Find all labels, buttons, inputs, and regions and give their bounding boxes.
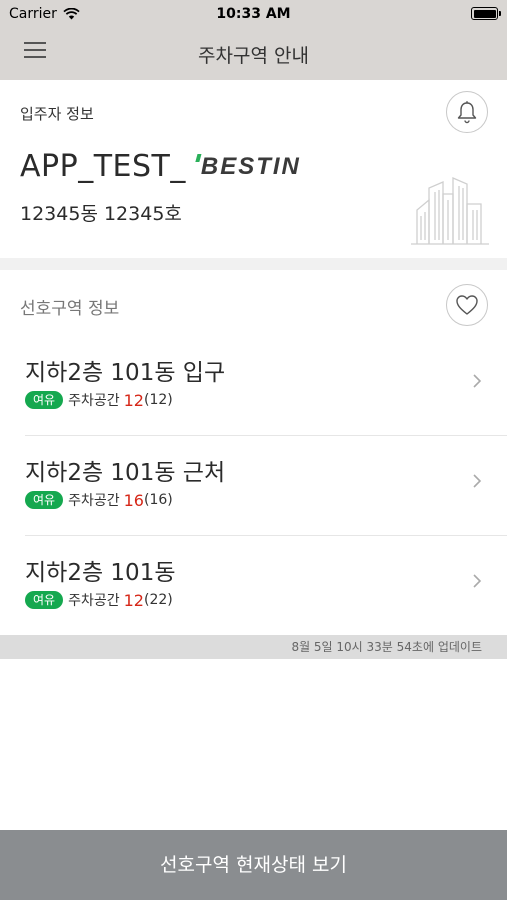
status-bar: Carrier 10:33 AM	[0, 0, 507, 28]
bell-icon	[457, 101, 477, 124]
notification-button[interactable]	[446, 91, 488, 133]
zone-meta: 여유 주차공간 12 (22)	[25, 590, 173, 610]
space-label: 주차공간	[68, 393, 120, 409]
available-count: 16	[123, 490, 144, 510]
top-bar: Carrier 10:33 AM 주차구역 안내	[0, 0, 507, 80]
zone-meta: 여유 주차공간 12 (12)	[25, 390, 173, 410]
availability-badge: 여유	[25, 491, 64, 509]
favorite-button[interactable]	[446, 284, 488, 326]
total-count: (16)	[143, 492, 173, 508]
available-count: 12	[123, 590, 144, 610]
total-count: (22)	[143, 592, 173, 608]
unit-address: 12345동 12345호	[20, 203, 182, 225]
chevron-right-icon	[473, 374, 482, 388]
update-timestamp: 8월 5일 10시 33분 54초에 업데이트	[0, 635, 507, 659]
zone-name: 지하2층 101동 근처	[25, 460, 226, 486]
brand-logo: BESTIN	[194, 153, 301, 181]
resident-info-label: 입주자 정보	[20, 105, 94, 123]
availability-badge: 여유	[25, 391, 64, 409]
section-divider	[0, 258, 507, 270]
space-label: 주차공간	[68, 493, 120, 509]
space-label: 주차공간	[68, 593, 120, 609]
zone-name: 지하2층 101동 입구	[25, 360, 226, 386]
zone-item[interactable]: 지하2층 101동 근처 여유 주차공간 16 (16)	[0, 435, 507, 534]
user-name: APP_TEST_	[20, 149, 186, 184]
chevron-right-icon	[473, 474, 482, 488]
zone-meta: 여유 주차공간 16 (16)	[25, 490, 173, 510]
chevron-right-icon	[473, 574, 482, 588]
user-row: APP_TEST_ BESTIN	[20, 149, 301, 184]
resident-info-section: 입주자 정보 APP_TEST_ BESTIN 12345동 12345호	[0, 80, 507, 258]
availability-badge: 여유	[25, 591, 64, 609]
preferred-zone-label: 선호구역 정보	[20, 299, 120, 319]
available-count: 12	[123, 390, 144, 410]
preferred-zone-section: 선호구역 정보 지하2층 101동 입구 여유 주차공간 12 (12) 지하2…	[0, 270, 507, 635]
total-count: (12)	[143, 392, 173, 408]
heart-icon	[456, 295, 478, 315]
zone-item[interactable]: 지하2층 101동 입구 여유 주차공간 12 (12)	[0, 335, 507, 434]
zone-item[interactable]: 지하2층 101동 여유 주차공간 12 (22)	[0, 535, 507, 634]
status-time: 10:33 AM	[216, 6, 291, 22]
view-preferred-status-button[interactable]: 선호구역 현재상태 보기	[0, 830, 507, 900]
buildings-icon	[411, 177, 489, 245]
zone-name: 지하2층 101동	[25, 560, 176, 586]
page-title: 주차구역 안내	[198, 45, 309, 67]
battery-icon	[471, 7, 501, 20]
